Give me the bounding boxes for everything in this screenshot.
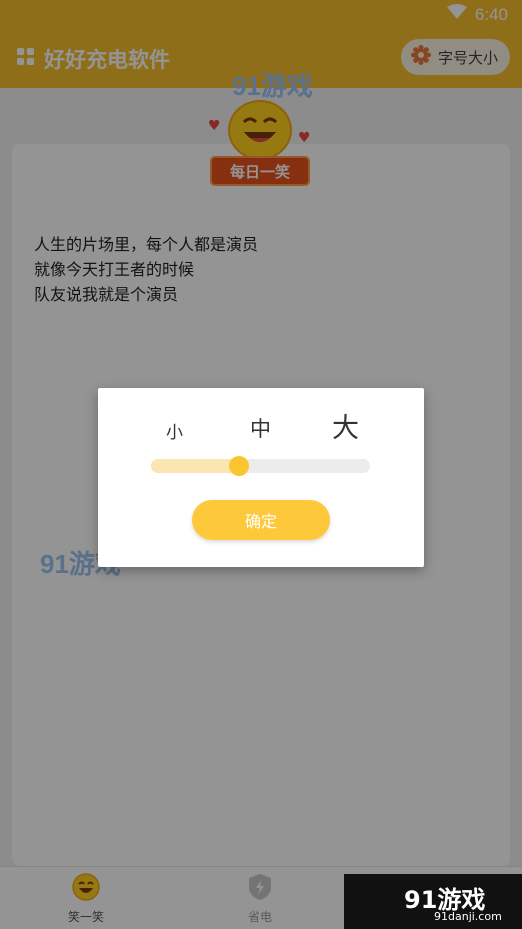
watermark-site: 91danji.com bbox=[434, 910, 502, 923]
confirm-button[interactable]: 确定 bbox=[192, 500, 330, 540]
corner-watermark: 91游戏 91danji.com bbox=[344, 874, 522, 929]
font-size-slider[interactable] bbox=[151, 456, 370, 476]
size-option-small[interactable]: 小 bbox=[166, 418, 183, 443]
size-option-medium[interactable]: 中 bbox=[250, 413, 271, 443]
size-option-large[interactable]: 大 bbox=[332, 406, 359, 445]
slider-fill bbox=[151, 459, 239, 473]
font-size-dialog: 小 中 大 确定 bbox=[98, 388, 424, 567]
slider-thumb[interactable] bbox=[228, 456, 249, 476]
